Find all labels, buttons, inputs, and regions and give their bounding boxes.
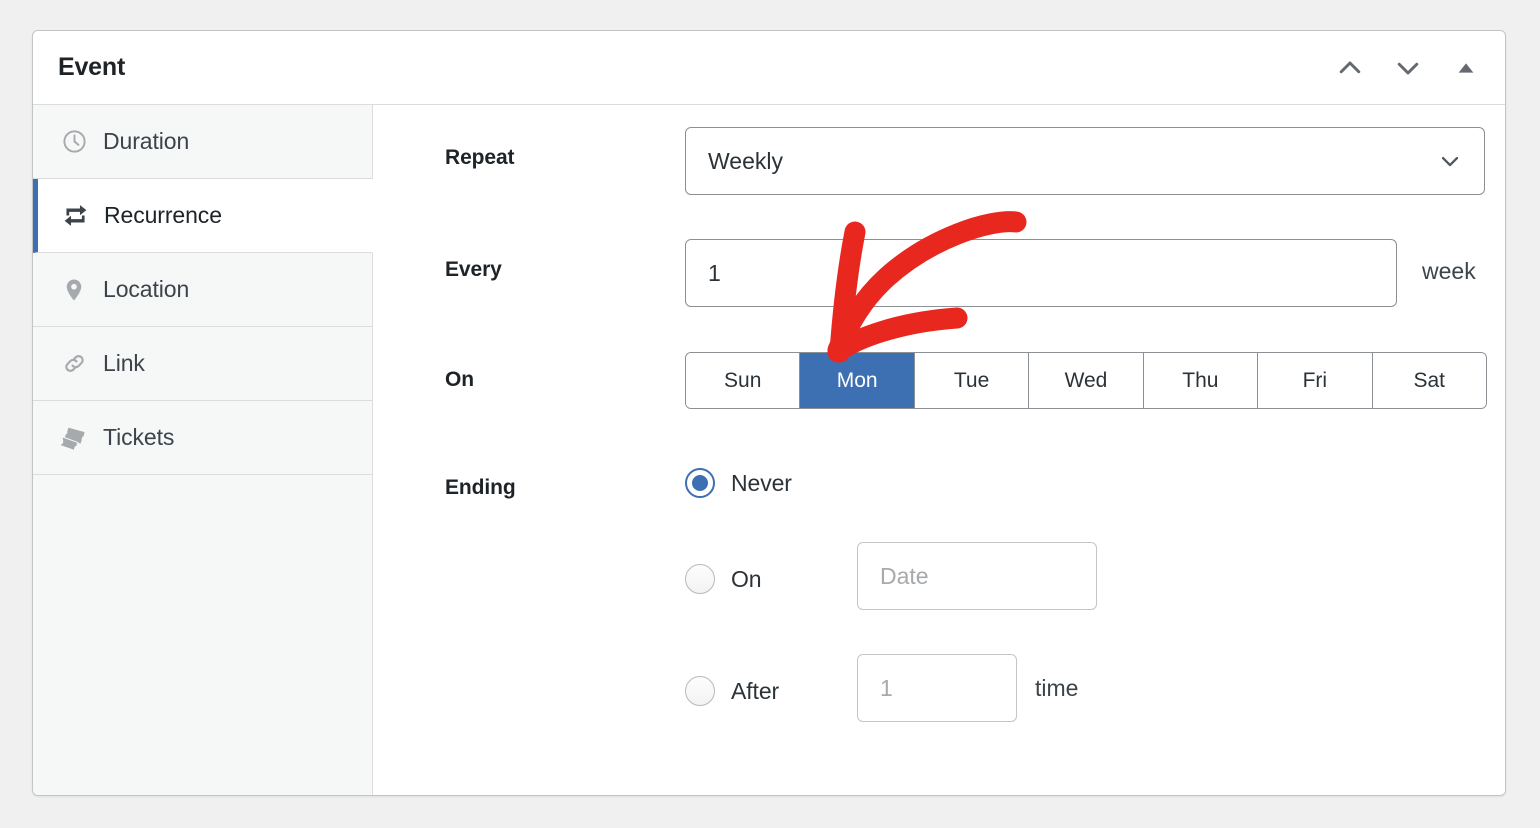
ending-label: Ending: [445, 476, 516, 499]
sidebar-item-link[interactable]: Link: [33, 327, 372, 401]
sidebar-item-tickets[interactable]: Tickets: [33, 401, 372, 475]
ending-after-row: After: [685, 676, 779, 706]
ending-never-label: Never: [731, 469, 792, 496]
sidebar-item-label: Duration: [103, 128, 190, 154]
collapse-button[interactable]: [1447, 49, 1485, 87]
ending-on-radio[interactable]: [685, 564, 715, 594]
ending-on-row: On: [685, 564, 762, 594]
weekday-toggle-group: Sun Mon Tue Wed Thu Fri Sat: [685, 352, 1487, 409]
sidebar-item-label: Link: [103, 350, 145, 376]
repeat-selected-value: Weekly: [708, 147, 783, 174]
ending-after-unit-label: time: [1035, 675, 1079, 701]
sidebar-item-label: Location: [103, 276, 190, 302]
chevron-up-icon: [1335, 53, 1365, 83]
weekday-wed[interactable]: Wed: [1029, 353, 1144, 408]
weekday-thu[interactable]: Thu: [1143, 353, 1259, 408]
sidebar-item-duration[interactable]: Duration: [33, 105, 372, 179]
ending-after-count-input[interactable]: [857, 654, 1017, 722]
chevron-down-icon: [1436, 147, 1464, 175]
card-body: Duration Recurrence Location Link Ticket…: [33, 105, 1505, 795]
ending-after-radio[interactable]: [685, 676, 715, 706]
repeat-select[interactable]: Weekly: [685, 127, 1485, 195]
repeat-icon: [60, 201, 90, 231]
triangle-up-icon: [1455, 57, 1477, 79]
move-down-button[interactable]: [1389, 49, 1427, 87]
header-actions: [1331, 31, 1485, 104]
ending-date-input[interactable]: [857, 542, 1097, 610]
chevron-down-icon: [1393, 53, 1423, 83]
ending-after-label: After: [731, 677, 780, 704]
every-unit-label: week: [1422, 258, 1476, 284]
weekday-mon[interactable]: Mon: [800, 353, 915, 408]
link-icon: [59, 349, 89, 379]
move-up-button[interactable]: [1331, 49, 1369, 87]
ending-never-row: Never: [685, 468, 792, 498]
page-title: Event: [58, 53, 126, 81]
every-interval-input[interactable]: [685, 239, 1397, 307]
weekday-tue[interactable]: Tue: [914, 353, 1030, 408]
recurrence-panel: Repeat Weekly Every week On Sun Mon Tue …: [374, 105, 1505, 795]
tickets-icon: [59, 423, 89, 453]
ending-never-radio[interactable]: [685, 468, 715, 498]
weekday-sat[interactable]: Sat: [1372, 353, 1486, 408]
every-label: Every: [445, 258, 502, 281]
sidebar-item-location[interactable]: Location: [33, 253, 372, 327]
sidebar-item-recurrence[interactable]: Recurrence: [33, 179, 373, 253]
ending-on-label: On: [731, 565, 762, 592]
map-pin-icon: [59, 275, 89, 305]
sidebar-item-label: Recurrence: [104, 202, 222, 228]
weekday-sun[interactable]: Sun: [686, 353, 801, 408]
card-header: Event: [33, 31, 1505, 105]
weekday-fri[interactable]: Fri: [1258, 353, 1373, 408]
on-days-label: On: [445, 368, 474, 391]
sidebar-item-label: Tickets: [103, 424, 175, 450]
event-card: Event Duration Recurrence Location Link …: [32, 30, 1506, 796]
settings-sidebar: Duration Recurrence Location Link Ticket…: [33, 105, 373, 795]
clock-icon: [59, 127, 89, 157]
repeat-label: Repeat: [445, 146, 515, 169]
